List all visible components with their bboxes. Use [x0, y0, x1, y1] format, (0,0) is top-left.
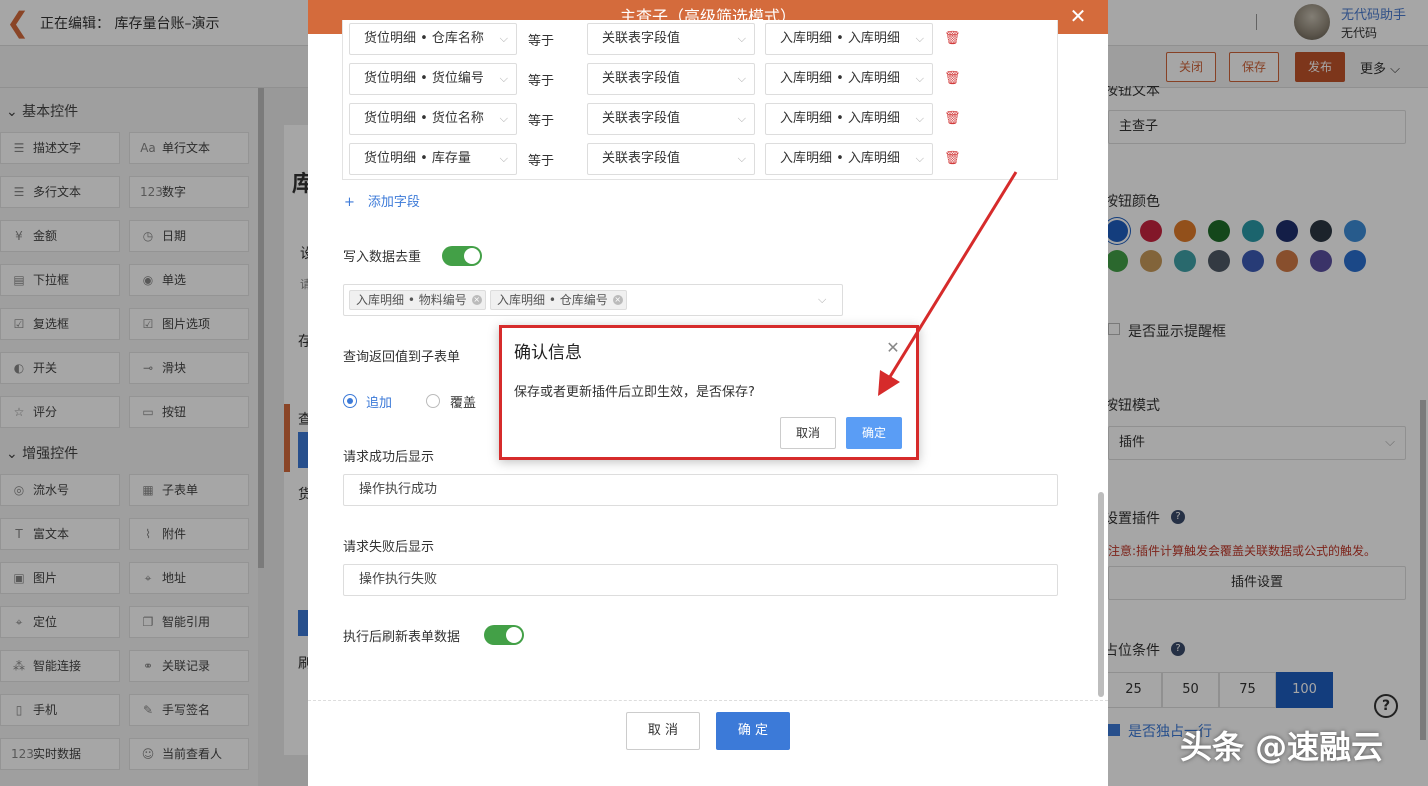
annotation-arrow-icon	[878, 171, 1018, 396]
watermark: 头条 @速融云	[1180, 728, 1384, 766]
